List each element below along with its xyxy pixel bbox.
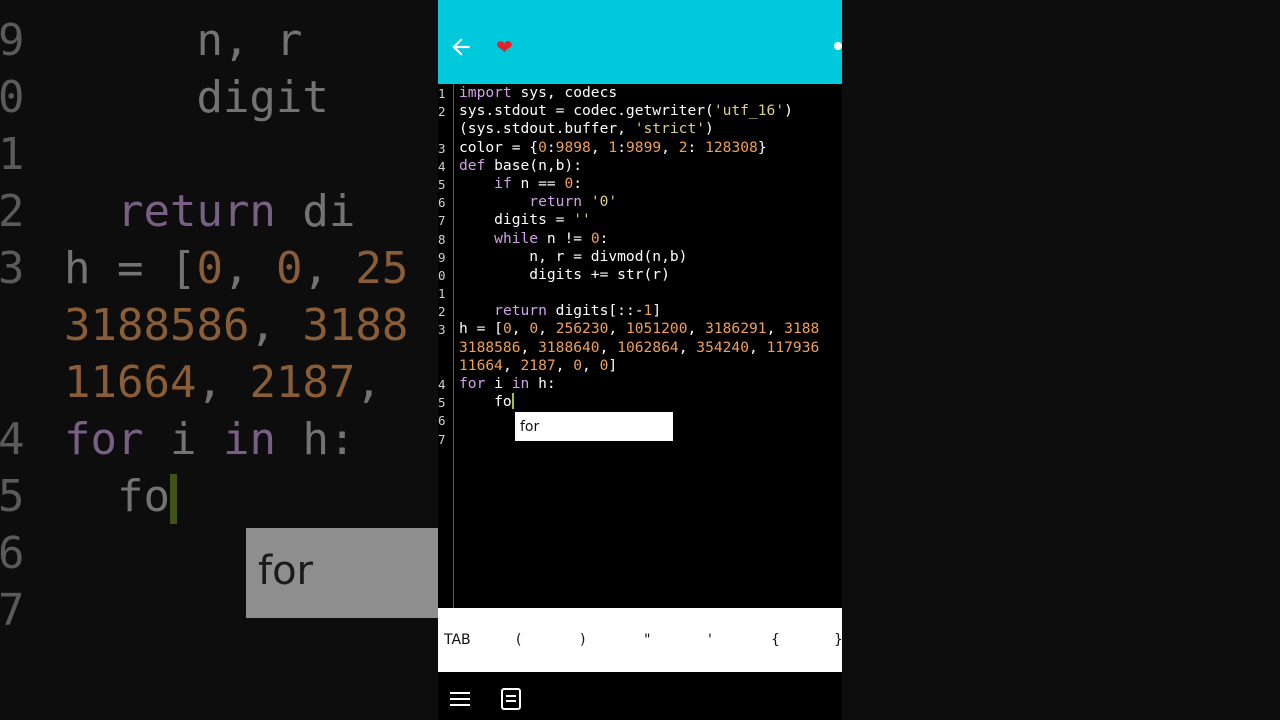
code-text: digits = '' bbox=[459, 211, 591, 229]
background-line-number: 2 bbox=[0, 186, 25, 237]
background-line-number: 5 bbox=[0, 471, 25, 522]
line-number: 5 bbox=[438, 176, 446, 192]
background-code-line: 3h = [0, 0, 25 bbox=[0, 240, 408, 297]
background-line-number: 1 bbox=[0, 129, 25, 180]
code-text: 11664, 2187, 0, 0] bbox=[459, 356, 618, 374]
background-left: 9 n, r0 digit 1 2 return di 3 h = [0, 0, 25 3… bbox=[0, 0, 438, 720]
background-code-line: 9 n, r bbox=[0, 12, 408, 69]
code-text: while n != 0: bbox=[494, 229, 609, 247]
background-code-line: 0 digit bbox=[0, 69, 408, 126]
line-number: 2 bbox=[438, 104, 446, 120]
background-line-number: 4 bbox=[0, 414, 25, 465]
code-text: n, r = divmod(n,b) bbox=[459, 247, 688, 265]
line-number: 2 bbox=[438, 304, 446, 320]
line-number: 1 bbox=[438, 286, 446, 302]
key-close-paren[interactable]: ) bbox=[580, 632, 585, 648]
background-line-number: 0 bbox=[0, 72, 25, 123]
line-number: 9 bbox=[438, 249, 446, 265]
code-editor[interactable]: 1 import sys, codecs 2 sys.stdout = codec.g… bbox=[438, 84, 842, 608]
line-number: 0 bbox=[438, 267, 446, 283]
key-open-paren[interactable]: ( bbox=[516, 632, 521, 648]
bottom-navbar bbox=[438, 672, 842, 720]
back-button[interactable] bbox=[448, 34, 474, 60]
line-number: 7 bbox=[438, 213, 446, 229]
app-bar: ❤ bbox=[438, 12, 842, 84]
background-line-number: 6 bbox=[0, 528, 25, 579]
code-text: color = {0:9898, 1:9899, 2: 128308} bbox=[459, 138, 767, 156]
background-code-line: 11664, 2187, bbox=[64, 357, 382, 408]
gutter-divider bbox=[453, 84, 454, 608]
background-code-line: 5 fo bbox=[0, 468, 408, 525]
line-number: 4 bbox=[438, 158, 446, 174]
key-open-brace[interactable]: { bbox=[771, 632, 780, 648]
hamburger-menu-icon[interactable] bbox=[449, 688, 471, 710]
background-cursor bbox=[169, 474, 177, 524]
background-right: 3186291, 3188354240, 117936 bbox=[842, 0, 1280, 720]
code-text: for i in h: bbox=[459, 375, 556, 392]
key-double-quote[interactable]: " bbox=[644, 632, 650, 648]
key-single-quote[interactable]: ' bbox=[708, 632, 712, 648]
code-text: 3188586, 3188640, 1062864, 354240, 11793… bbox=[459, 338, 820, 356]
code-text: return '0' bbox=[529, 193, 618, 211]
autocomplete-suggestion[interactable]: for bbox=[515, 412, 673, 441]
code-text: def base(n,b): bbox=[459, 156, 583, 174]
line-number: 6 bbox=[438, 195, 446, 211]
code-text: if n == 0: bbox=[494, 174, 583, 192]
line-number: 7 bbox=[438, 431, 446, 447]
code-text: sys.stdout = codec.getwriter('utf_16') bbox=[459, 102, 793, 120]
code-text: (sys.stdout.buffer, 'strict') bbox=[459, 120, 714, 138]
background-code-line: 1 bbox=[0, 126, 408, 183]
code-text: digits += str(r) bbox=[459, 265, 670, 283]
code-text: fo bbox=[459, 393, 514, 411]
background-code-line: 4 for i in h: bbox=[0, 411, 408, 468]
text-cursor bbox=[511, 393, 514, 410]
extra-keys-bar: TAB ( ) " ' { } bbox=[438, 608, 842, 672]
line-number: 1 bbox=[438, 86, 446, 101]
key-close-brace[interactable]: } bbox=[834, 632, 842, 648]
code-text: h = [0, 0, 256230, 1051200, 3186291, 318… bbox=[459, 320, 820, 338]
overflow-menu-icon[interactable] bbox=[834, 42, 842, 50]
background-code-line: 3188586, 3188 bbox=[64, 300, 409, 351]
line-number: 8 bbox=[438, 231, 446, 247]
line-number: 3 bbox=[438, 140, 446, 156]
background-autocomplete: for bbox=[246, 528, 438, 618]
line-number: 6 bbox=[438, 413, 446, 429]
status-bar bbox=[438, 0, 842, 12]
document-icon[interactable] bbox=[500, 688, 522, 710]
code-text: return digits[::-1] bbox=[494, 302, 662, 320]
heart-icon[interactable]: ❤ bbox=[496, 36, 513, 58]
line-number: 5 bbox=[438, 395, 446, 411]
phone-screen: ❤ 1 import sys, codecs 2 sys.stdout = codec… bbox=[438, 0, 842, 720]
background-code-line: 2 return di bbox=[0, 183, 408, 240]
background-line-number: 7 bbox=[0, 585, 25, 636]
line-number: 4 bbox=[438, 377, 446, 392]
line-number: 3 bbox=[438, 322, 446, 338]
background-line-number: 9 bbox=[0, 15, 25, 66]
key-tab[interactable]: TAB bbox=[444, 632, 471, 648]
background-line-number: 3 bbox=[0, 243, 25, 294]
code-text: import sys, codecs bbox=[459, 84, 618, 101]
arrow-left-icon bbox=[452, 38, 470, 56]
